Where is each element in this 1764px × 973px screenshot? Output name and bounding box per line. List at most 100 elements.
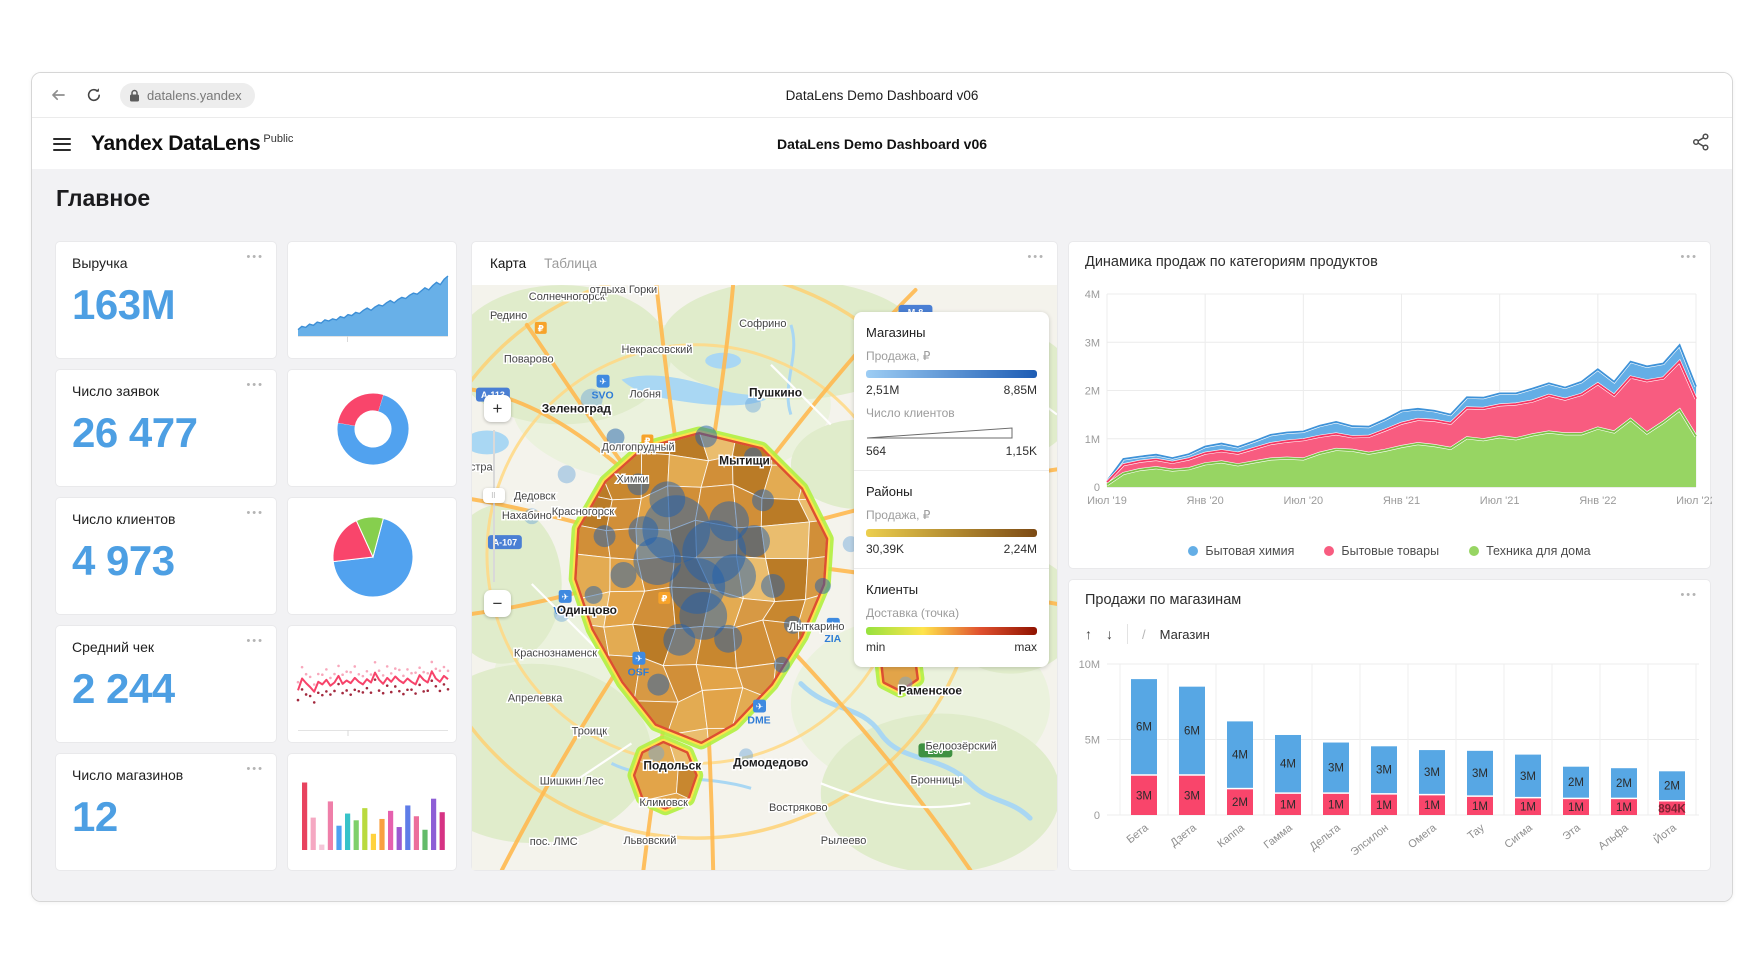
map-city-label: Одинцово [557,603,617,617]
legend-min: 564 [866,444,886,458]
svg-text:А-107: А-107 [493,538,517,548]
svg-text:2M: 2M [1085,386,1100,398]
browser-tab-title: DataLens Demo Dashboard v06 [32,88,1732,103]
svg-text:6M: 6M [1136,722,1152,734]
map-city-label: Лобня [629,389,661,401]
card-menu-icon[interactable] [1027,252,1045,263]
legend-section-title: Магазины [866,325,1037,340]
map-zoom-in-button[interactable]: + [484,395,511,422]
kpi-card-revenue: Выручка 163M [55,241,277,359]
kpi-value: 12 [72,793,260,841]
sort-ascending-icon[interactable]: ↑ [1085,626,1092,642]
svg-text:✈: ✈ [561,592,569,602]
map-city-label: Зеленоград [542,402,612,416]
card-menu-icon[interactable] [246,508,264,519]
legend-section-title: Клиенты [866,582,1037,597]
breadcrumb-store[interactable]: Магазин [1160,627,1210,642]
map-zoom-out-button[interactable]: − [484,590,511,617]
app-logo[interactable]: Yandex DataLensPublic [91,132,293,156]
svg-text:3M: 3M [1520,771,1536,783]
url-text: datalens.yandex [147,88,242,103]
tab-table[interactable]: Таблица [544,256,597,271]
map-legend-panel: Магазины Продажа, ₽ 2,51M8,85M Число кли… [854,312,1049,667]
spark-card-requests-donut [287,369,457,487]
svg-text:0: 0 [1094,810,1100,822]
legend-gradient-sales [866,370,1037,378]
card-menu-icon[interactable] [246,380,264,391]
kpi-label: Число клиентов [72,511,260,527]
legend-item[interactable]: Бытовые товары [1324,544,1439,558]
legend-max: 2,24M [1004,542,1037,556]
requests-donut-chart[interactable] [288,370,458,488]
svg-text:Каппа: Каппа [1215,821,1247,850]
tab-map[interactable]: Карта [490,256,526,271]
svg-text:Альфа: Альфа [1596,821,1631,852]
share-icon[interactable] [1691,132,1711,157]
svg-text:✈: ✈ [756,702,764,712]
map-city-label: Климовск [639,797,688,809]
svg-text:0: 0 [1094,482,1100,494]
card-menu-icon[interactable] [246,252,264,263]
legend-gradient-districts [866,529,1037,537]
legend-item[interactable]: Техника для дома [1469,544,1591,558]
card-menu-icon[interactable] [1680,252,1698,263]
svg-text:Омега: Омега [1406,821,1439,851]
svg-text:3M: 3M [1184,790,1200,802]
svg-text:Янв '20: Янв '20 [1187,495,1224,507]
kpi-value: 163M [72,281,260,329]
menu-burger-icon[interactable] [53,138,71,151]
map-city-label: пос. ЛМС [530,836,578,848]
address-bar[interactable]: datalens.yandex [120,83,255,108]
map-city-label: Львовский [623,835,676,847]
svg-text:4M: 4M [1085,289,1100,301]
svg-text:1M: 1M [1520,802,1536,814]
svg-text:5M: 5M [1085,735,1100,747]
spark-card-clients-pie [287,497,457,615]
svg-text:OSF: OSF [628,668,650,679]
legend-item[interactable]: Бытовая химия [1188,544,1294,558]
svg-text:1M: 1M [1568,802,1584,814]
svg-text:SVO: SVO [592,391,614,402]
svg-text:1M: 1M [1616,802,1632,814]
revenue-sparkline-chart[interactable] [288,242,458,360]
spark-card-stores-bars [287,753,457,871]
chart-controls: ↑ ↓ / Магазин [1085,624,1210,644]
svg-text:1M: 1M [1472,801,1488,813]
map-city-label: Востряково [769,802,828,814]
svg-text:Янв '21: Янв '21 [1383,495,1420,507]
map-city-label: Рылеево [821,835,867,847]
avg-check-sparkline-chart[interactable] [288,626,458,744]
map-viewport[interactable]: ₽₽₽М-8А-113А-107Е30✈SVO✈VKO✈DME✈OSF✈ZIAС… [472,285,1057,870]
clients-pie-chart[interactable] [288,498,458,616]
legend-min: 2,51M [866,383,899,397]
svg-text:1M: 1M [1280,799,1296,811]
svg-text:Дзета: Дзета [1168,821,1199,849]
map-city-label: Лыткарино [789,621,845,633]
stores-mini-bar-chart[interactable] [288,754,458,872]
refresh-icon[interactable] [84,85,104,105]
map-city-label: Апрелевка [508,693,563,705]
map-tabs: Карта Таблица [472,242,1057,285]
sales-dynamics-chart[interactable]: Июл '19Янв '20Июл '20Янв '21Июл '21Янв '… [1069,278,1712,530]
card-menu-icon[interactable] [246,764,264,775]
map-zoom-slider-handle[interactable]: ⠿ [483,488,505,503]
map-city-label: Раменское [899,684,963,698]
dashboard-content: Главное Выручка 163M Число заявок 26 477… [32,169,1732,901]
svg-text:✈: ✈ [599,377,607,387]
svg-text:3M: 3M [1376,765,1392,777]
legend-min: 30,39K [866,542,904,556]
sales-by-store-chart[interactable]: 05M10M6M3MБета6M3MДзета4M2MКаппа4M1MГамм… [1069,650,1712,872]
svg-text:1M: 1M [1376,800,1392,812]
back-icon[interactable] [48,85,68,105]
map-city-label: Поварово [504,354,554,366]
card-menu-icon[interactable] [246,636,264,647]
kpi-label: Число заявок [72,383,260,399]
svg-text:Июл '21: Июл '21 [1480,495,1520,507]
map-zoom-slider-track[interactable] [493,430,495,582]
kpi-value: 26 477 [72,409,260,457]
kpi-card-avg-check: Средний чек 2 244 [55,625,277,743]
app-header: Yandex DataLensPublic DataLens Demo Dash… [32,118,1732,170]
sort-descending-icon[interactable]: ↓ [1106,626,1113,642]
svg-text:3M: 3M [1472,768,1488,780]
card-menu-icon[interactable] [1680,590,1698,601]
